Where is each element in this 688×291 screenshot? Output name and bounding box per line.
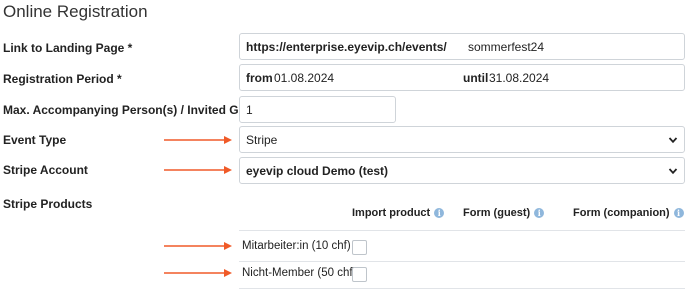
until-date-input[interactable]: 31.08.2024 — [489, 71, 549, 85]
registration-period-field: from 01.08.2024 until 31.08.2024 — [239, 64, 685, 91]
event-type-select[interactable]: Stripe — [239, 126, 685, 153]
landing-page-field[interactable]: https://enterprise.eyevip.ch/events/ som… — [239, 33, 685, 60]
table-divider — [239, 261, 685, 262]
landing-page-prefix: https://enterprise.eyevip.ch/events/ — [246, 39, 447, 54]
registration-period-label: Registration Period * — [3, 72, 122, 86]
until-label: until — [463, 70, 489, 85]
chevron-down-icon — [668, 167, 678, 174]
arrow-right-icon — [164, 166, 232, 174]
landing-page-slug-input[interactable]: sommerfest24 — [468, 40, 544, 54]
column-header-import-product: Import product i — [352, 207, 445, 219]
stripe-products-label: Stripe Products — [3, 197, 93, 211]
column-header-form-companion: Form (companion) i — [573, 207, 684, 219]
column-header-label: Import product — [352, 207, 431, 219]
column-header-label: Form (guest) — [463, 207, 531, 219]
table-divider — [239, 230, 685, 231]
info-icon[interactable]: i — [534, 208, 545, 218]
column-header-label: Form (companion) — [573, 207, 670, 219]
product-name: Mitarbeiter:in (10 chf) — [242, 240, 351, 252]
max-persons-label: Max. Accompanying Person(s) / Invited Gu… — [3, 103, 272, 117]
stripe-account-label: Stripe Account — [3, 163, 88, 177]
event-type-selected: Stripe — [246, 132, 278, 147]
chevron-down-icon — [668, 136, 678, 143]
arrow-right-icon — [164, 136, 232, 144]
import-product-checkbox[interactable] — [352, 267, 367, 282]
column-header-form-guest: Form (guest) i — [463, 207, 545, 219]
info-icon[interactable]: i — [434, 208, 445, 218]
max-persons-input[interactable]: 1 — [239, 96, 396, 123]
max-persons-value: 1 — [246, 102, 253, 117]
event-type-label: Event Type — [3, 133, 67, 147]
import-product-checkbox[interactable] — [352, 240, 367, 255]
landing-page-label: Link to Landing Page * — [3, 41, 133, 55]
info-icon[interactable]: i — [673, 208, 684, 218]
arrow-right-icon — [164, 269, 232, 277]
page-title: Online Registration — [3, 2, 148, 21]
from-date-input[interactable]: 01.08.2024 — [274, 71, 334, 85]
product-name: Nicht-Member (50 chf) — [242, 267, 357, 279]
from-label: from — [246, 70, 273, 85]
arrow-right-icon — [164, 242, 232, 250]
stripe-account-select[interactable]: eyevip cloud Demo (test) — [239, 157, 685, 184]
table-divider — [239, 288, 685, 289]
stripe-account-selected: eyevip cloud Demo (test) — [246, 163, 389, 178]
